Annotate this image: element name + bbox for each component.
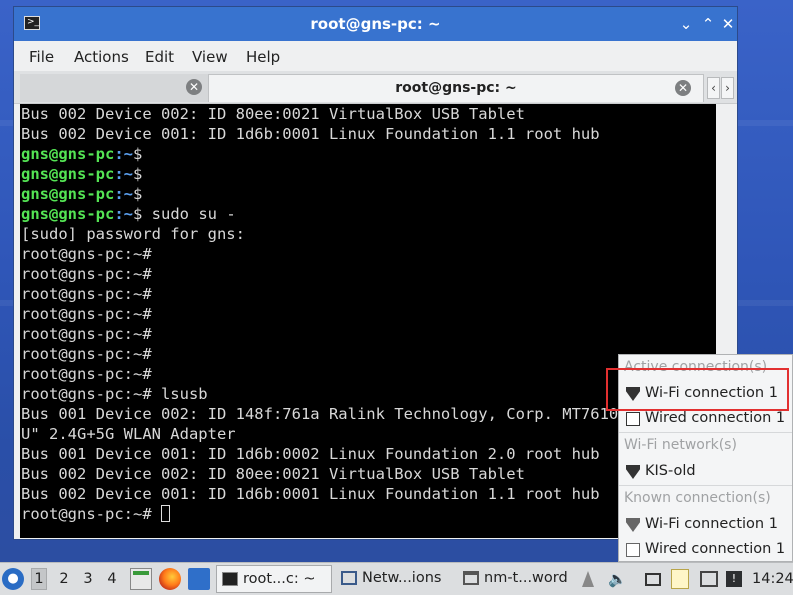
tab-label: root@gns-pc: ~ [395, 80, 517, 96]
tab-active[interactable]: root@gns-pc: ~ ✕ [208, 74, 704, 102]
start-menu-button[interactable]: ● [2, 568, 24, 590]
screen-icon[interactable] [645, 573, 661, 586]
prompt-user: gns@gns-pc [21, 205, 115, 223]
maximize-icon[interactable]: ⌃ [700, 16, 716, 32]
task-label: Netw...ions [362, 570, 442, 586]
known-wifi-connection-item[interactable]: Wi-Fi connection 1 [624, 515, 789, 537]
terminal-line: Bus 002 Device 002: ID 80ee:0021 Virtual… [21, 465, 525, 483]
clock: 14:24 [752, 571, 793, 587]
terminal-output[interactable]: Bus 002 Device 002: ID 80ee:0021 Virtual… [20, 104, 716, 538]
section-known-header: Known connection(s) [624, 490, 771, 506]
wired-icon [626, 412, 640, 426]
tab-bar: ✕ root@gns-pc: ~ ✕ ‹ › [14, 71, 737, 104]
tab-close-icon[interactable]: ✕ [186, 79, 202, 95]
desktop-1-button[interactable]: 1 [31, 568, 47, 590]
terminal-icon [222, 572, 238, 586]
tab-scroll-right-icon[interactable]: › [721, 77, 734, 99]
network-tray-icon[interactable] [700, 571, 718, 587]
tab-inactive[interactable]: ✕ [20, 74, 208, 102]
highlight-box [606, 368, 789, 411]
terminal-line: root@gns-pc:~# [21, 245, 152, 263]
taskbar: ● 1 2 3 4 root...c: ~ Netw...ions nm-t..… [0, 562, 793, 595]
window-titlebar[interactable]: >_ root@gns-pc: ~ ⌄ ⌃ ✕ [14, 7, 737, 41]
terminal-line: [sudo] password for gns: [21, 225, 245, 243]
prompt-symbol: $ [133, 145, 143, 163]
window-icon [463, 571, 479, 585]
prompt-path: :~ [114, 145, 133, 163]
active-wired-connection-item[interactable]: Wired connection 1 [624, 409, 789, 431]
terminal-line: Bus 001 Device 001: ID 1d6b:0002 Linux F… [21, 445, 600, 463]
wifi-icon [626, 465, 640, 479]
prompt-user: gns@gns-pc [21, 145, 115, 163]
menu-edit[interactable]: Edit [145, 48, 174, 66]
task-label: root...c: ~ [243, 571, 316, 587]
minimize-icon[interactable]: ⌄ [678, 16, 694, 32]
desktop-2-button[interactable]: 2 [56, 571, 72, 587]
folder-launcher-icon[interactable] [188, 568, 210, 590]
tab-scroll-left-icon[interactable]: ‹ [707, 77, 720, 99]
terminal-line: root@gns-pc:~# [21, 345, 152, 363]
task-network-connections[interactable]: Netw...ions [336, 565, 454, 593]
network-icon [341, 571, 357, 585]
prompt-path: :~ [114, 165, 133, 183]
terminal-line: root@gns-pc:~# [21, 285, 152, 303]
menu-help[interactable]: Help [246, 48, 280, 66]
terminal-line: Bus 002 Device 001: ID 1d6b:0001 Linux F… [21, 485, 600, 503]
terminal-cursor [160, 505, 170, 522]
notification-icon[interactable]: ! [726, 571, 742, 587]
task-label: nm-t...word [484, 570, 568, 586]
tab-close-icon[interactable]: ✕ [675, 80, 691, 96]
wifi-icon [626, 518, 640, 532]
task-nm-password[interactable]: nm-t...word [458, 565, 576, 593]
prompt-symbol: $ sudo su - [133, 205, 236, 223]
clipboard-tray-icon[interactable] [582, 571, 594, 587]
item-label: KIS-old [645, 463, 696, 479]
menu-file[interactable]: File [29, 48, 54, 66]
separator [619, 485, 792, 486]
window-title: root@gns-pc: ~ [310, 15, 441, 33]
volume-icon[interactable]: 🔈 [608, 571, 627, 587]
known-wired-connection-item[interactable]: Wired connection 1 [624, 540, 789, 562]
separator [619, 432, 792, 433]
task-terminal[interactable]: root...c: ~ [216, 565, 332, 593]
terminal-line: gns@gns-pc:~$ [21, 184, 716, 204]
terminal-line: gns@gns-pc:~$ [21, 164, 716, 184]
prompt-symbol: $ [133, 185, 143, 203]
prompt-path: :~ [114, 205, 133, 223]
terminal-line: U" 2.4G+5G WLAN Adapter [21, 425, 236, 443]
prompt-user: gns@gns-pc [21, 185, 115, 203]
section-wifi-header: Wi-Fi network(s) [624, 437, 737, 453]
item-label: Wired connection 1 [645, 541, 786, 557]
wired-icon [626, 543, 640, 557]
prompt-symbol: $ [133, 165, 143, 183]
terminal-line: root@gns-pc:~# [21, 265, 152, 283]
terminal-line: gns@gns-pc:~$ sudo su - [21, 204, 716, 224]
menu-view[interactable]: View [192, 48, 228, 66]
terminal-text: Bus 002 Device 002: ID 80ee:0021 Virtual… [20, 104, 716, 524]
file-manager-launcher-icon[interactable] [130, 568, 152, 590]
terminal-line: root@gns-pc:~# [21, 325, 152, 343]
item-label: Wired connection 1 [645, 410, 786, 426]
terminal-line: gns@gns-pc:~$ [21, 144, 716, 164]
wifi-network-item[interactable]: KIS-old [624, 462, 789, 484]
terminal-line: root@gns-pc:~# [21, 504, 716, 524]
terminal-line: Bus 002 Device 001: ID 1d6b:0001 Linux F… [21, 125, 600, 143]
menu-bar: File Actions Edit View Help [14, 41, 737, 71]
prompt-path: :~ [114, 185, 133, 203]
close-icon[interactable]: ✕ [720, 16, 736, 32]
menu-actions[interactable]: Actions [74, 48, 129, 66]
prompt-user: gns@gns-pc [21, 165, 115, 183]
terminal-line: Bus 002 Device 002: ID 80ee:0021 Virtual… [21, 105, 525, 123]
terminal-line: root@gns-pc:~# [21, 305, 152, 323]
item-label: Wi-Fi connection 1 [645, 516, 778, 532]
desktop-4-button[interactable]: 4 [104, 571, 120, 587]
firefox-launcher-icon[interactable] [159, 568, 181, 590]
notes-icon[interactable] [671, 569, 689, 589]
desktop-3-button[interactable]: 3 [80, 571, 96, 587]
